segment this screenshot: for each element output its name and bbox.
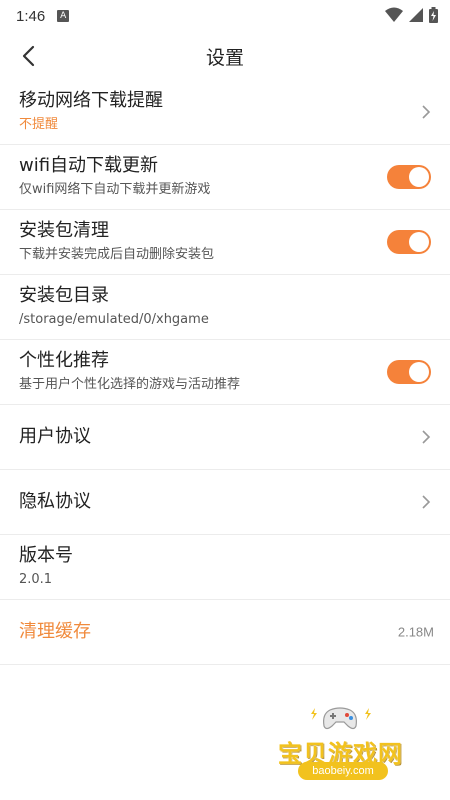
- setting-title: 安装包目录: [19, 285, 109, 306]
- page-title: 设置: [205, 46, 244, 69]
- chevron-right-icon: [422, 105, 431, 119]
- setting-value: 不提醒: [19, 117, 59, 132]
- toggle-knob: [409, 167, 429, 187]
- setting-package-directory[interactable]: 安装包目录 /storage/emulated/0/xhgame: [0, 275, 450, 340]
- setting-description: 基于用户个性化选择的游戏与活动推荐: [19, 377, 241, 392]
- watermark-url: baobeiy.com: [298, 762, 388, 780]
- wifi-icon: [385, 7, 403, 22]
- battery-icon: [429, 7, 438, 23]
- settings-list: 移动网络下载提醒 不提醒 wifi自动下载更新 仅wifi网络下自动下载并更新游…: [0, 80, 450, 665]
- setting-user-agreement[interactable]: 用户协议: [0, 405, 450, 470]
- toggle-knob: [409, 232, 429, 252]
- status-time: 1:46: [16, 7, 46, 25]
- setting-title: 隐私协议: [19, 491, 91, 512]
- setting-title: wifi自动下载更新: [19, 155, 159, 176]
- setting-description: 下载并安装完成后自动删除安装包: [19, 247, 215, 262]
- setting-path: /storage/emulated/0/xhgame: [19, 312, 209, 327]
- setting-personalized-recommend: 个性化推荐 基于用户个性化选择的游戏与活动推荐: [0, 340, 450, 405]
- setting-wifi-auto-update: wifi自动下载更新 仅wifi网络下自动下载并更新游戏: [0, 145, 450, 210]
- setting-clear-cache[interactable]: 清理缓存 2.18M: [0, 600, 450, 665]
- setting-title: 安装包清理: [19, 220, 109, 241]
- setting-version: 版本号 2.0.1: [0, 535, 450, 600]
- back-button[interactable]: [12, 40, 44, 72]
- wifi-auto-update-toggle[interactable]: [387, 165, 431, 189]
- setting-title: 版本号: [19, 545, 73, 566]
- notification-icon: A: [57, 10, 70, 22]
- app-bar: 设置: [0, 32, 450, 80]
- setting-title: 用户协议: [19, 426, 91, 447]
- personalized-recommend-toggle[interactable]: [387, 360, 431, 384]
- chevron-right-icon: [422, 495, 431, 509]
- toggle-knob: [409, 362, 429, 382]
- setting-title: 移动网络下载提醒: [19, 90, 163, 111]
- gamepad-icon: [323, 707, 357, 730]
- signal-icon: [409, 8, 423, 22]
- status-icons: [385, 7, 438, 23]
- setting-title: 个性化推荐: [19, 350, 109, 371]
- chevron-right-icon: [422, 430, 431, 444]
- lightning-icon: [311, 708, 317, 720]
- version-value: 2.0.1: [19, 572, 53, 587]
- setting-package-cleanup: 安装包清理 下载并安装完成后自动删除安装包: [0, 210, 450, 275]
- package-cleanup-toggle[interactable]: [387, 230, 431, 254]
- lightning-icon: [365, 708, 371, 720]
- chevron-left-icon: [22, 45, 35, 67]
- setting-privacy-agreement[interactable]: 隐私协议: [0, 470, 450, 535]
- setting-mobile-download-alert[interactable]: 移动网络下载提醒 不提醒: [0, 80, 450, 145]
- cache-size: 2.18M: [397, 624, 434, 640]
- setting-description: 仅wifi网络下自动下载并更新游戏: [19, 182, 211, 197]
- status-bar: 1:46 A: [0, 0, 450, 32]
- setting-title: 清理缓存: [19, 621, 91, 642]
- watermark-logo: 宝贝游戏网 baobeiy.com: [268, 700, 428, 795]
